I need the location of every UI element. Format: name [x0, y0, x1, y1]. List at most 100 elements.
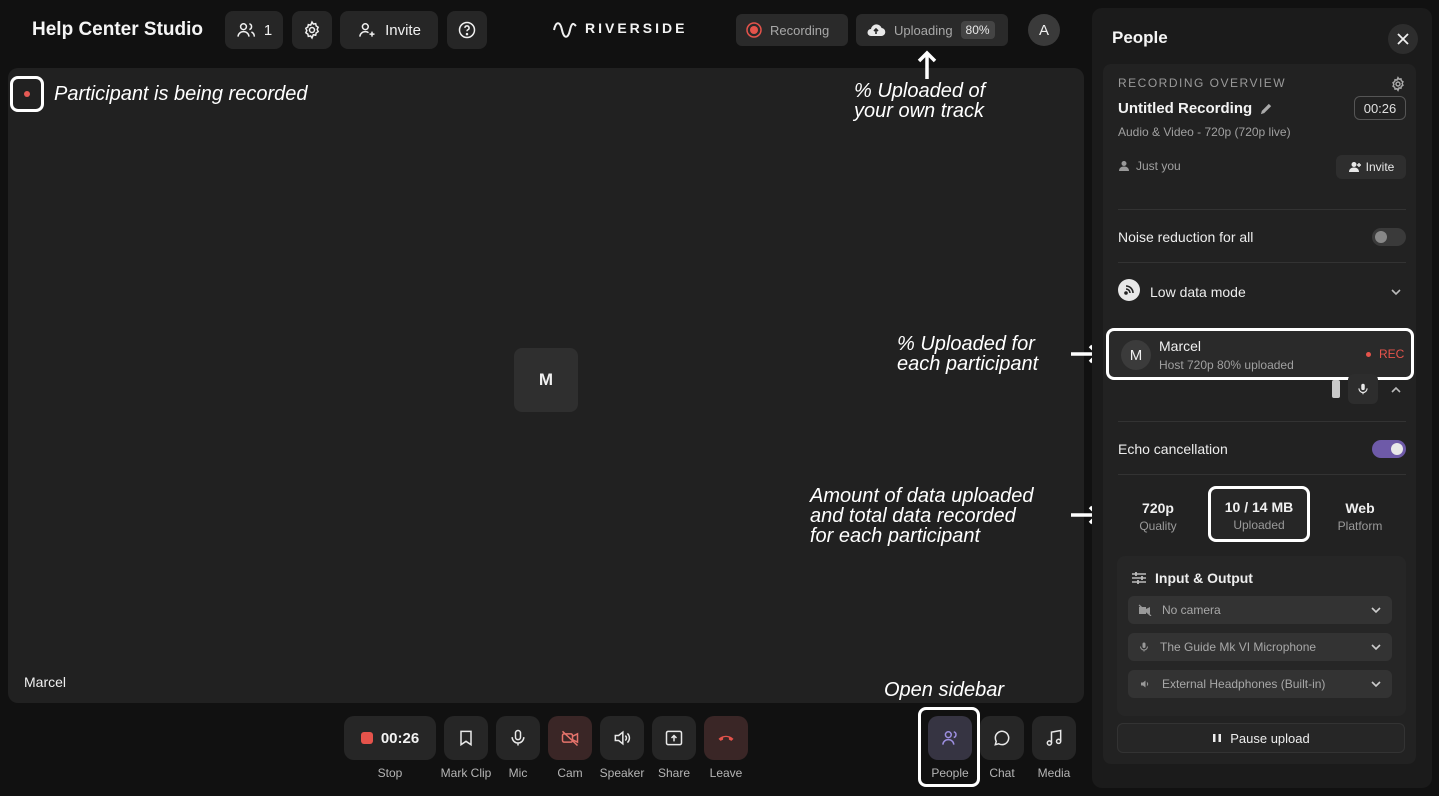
platform-label: Platform: [1337, 519, 1383, 533]
participant-name: Marcel: [1159, 338, 1202, 354]
help-icon: [458, 21, 476, 39]
participant-row[interactable]: M Marcel Host 720p 80% uploaded REC: [1106, 328, 1414, 380]
people-sidebar: People RECORDING OVERVIEW Untitled Recor…: [1092, 8, 1432, 788]
music-note-icon: [1046, 729, 1062, 746]
rec-dot-icon: [1366, 351, 1371, 357]
audio-level-meter: [1332, 380, 1340, 398]
input-output-panel: Input & Output No camera The Guide Mk VI…: [1117, 556, 1406, 716]
user-avatar[interactable]: A: [1028, 14, 1060, 46]
speaker-value: External Headphones (Built-in): [1162, 677, 1326, 691]
leave-label: Leave: [709, 766, 743, 780]
speaker-icon: [614, 730, 631, 746]
add-person-icon: [1348, 162, 1361, 172]
low-data-label: Low data mode: [1150, 284, 1246, 300]
chat-button[interactable]: [980, 716, 1024, 760]
recording-title-text: Untitled Recording: [1118, 100, 1253, 117]
echo-cancellation-toggle[interactable]: [1372, 440, 1406, 458]
chat-icon: [994, 730, 1010, 746]
cloud-upload-icon: [867, 24, 886, 37]
bookmark-icon: [460, 730, 472, 747]
mic-button[interactable]: [496, 716, 540, 760]
participants-summary: Just you: [1118, 159, 1181, 173]
settings-button[interactable]: [292, 11, 332, 49]
recording-indicator: Recording: [736, 14, 848, 46]
close-icon: [1397, 33, 1409, 45]
participant-mic-button[interactable]: [1348, 374, 1378, 404]
media-button[interactable]: [1032, 716, 1076, 760]
uploading-label: Uploading: [894, 22, 953, 38]
participants-button[interactable]: 1: [225, 11, 283, 49]
leave-button[interactable]: [704, 716, 748, 760]
gear-icon[interactable]: [1390, 76, 1406, 92]
cam-button[interactable]: [548, 716, 592, 760]
divider: [1118, 474, 1406, 475]
just-you-text: Just you: [1136, 159, 1181, 173]
quality-value: 720p: [1142, 500, 1174, 516]
close-sidebar-button[interactable]: [1388, 24, 1418, 54]
microphone-icon: [1140, 642, 1148, 652]
pause-upload-button[interactable]: Pause upload: [1117, 723, 1405, 753]
chevron-down-icon[interactable]: [1390, 287, 1402, 297]
camera-value: No camera: [1162, 603, 1221, 617]
chevron-down-icon: [1371, 681, 1381, 688]
speaker-select[interactable]: External Headphones (Built-in): [1128, 670, 1392, 698]
uploaded-stat: 10 / 14 MB Uploaded: [1208, 486, 1310, 542]
echo-cancellation-label: Echo cancellation: [1118, 441, 1228, 457]
share-screen-icon: [665, 730, 683, 746]
io-title: Input & Output: [1131, 570, 1253, 586]
participant-rec-badge: REC: [1366, 347, 1404, 361]
recording-timer: 00:26: [380, 729, 420, 747]
platform-value: Web: [1345, 500, 1375, 516]
annotation-recorded: Participant is being recorded: [54, 83, 308, 105]
io-title-text: Input & Output: [1155, 570, 1253, 586]
sidebar-title: People: [1112, 28, 1168, 47]
camera-select[interactable]: No camera: [1128, 596, 1392, 624]
help-button[interactable]: [447, 11, 487, 49]
media-label: Media: [1037, 766, 1071, 780]
divider: [1118, 209, 1406, 210]
recording-duration: 00:26: [1354, 96, 1406, 120]
sidebar-invite-label: Invite: [1365, 160, 1395, 174]
recording-title[interactable]: Untitled Recording: [1118, 100, 1273, 117]
participants-count: 1: [263, 21, 273, 39]
microphone-icon: [1358, 383, 1368, 395]
divider: [1118, 262, 1406, 263]
stop-button[interactable]: 00:26: [344, 716, 436, 760]
record-icon: [746, 22, 762, 38]
chevron-up-icon[interactable]: [1390, 385, 1402, 395]
annotation-each-upload-1: % Uploaded for: [897, 333, 1035, 355]
low-data-icon: [1118, 279, 1140, 301]
mark-clip-button[interactable]: [444, 716, 488, 760]
participant-name-label: Marcel: [24, 674, 67, 690]
uploaded-value: 10 / 14 MB: [1224, 499, 1294, 515]
noise-reduction-toggle[interactable]: [1372, 228, 1406, 246]
recording-dot-indicator: [10, 76, 44, 112]
annotation-data-2: and total data recorded: [810, 505, 1016, 527]
chevron-down-icon: [1371, 607, 1381, 614]
recording-label: Recording: [770, 22, 830, 38]
invite-button[interactable]: Invite: [340, 11, 438, 49]
annotation-open-sidebar: Open sidebar: [884, 679, 1005, 701]
stop-icon: [360, 732, 373, 744]
annotation-own-upload-1: % Uploaded of: [854, 80, 986, 102]
platform-stat: Web Platform: [1310, 486, 1410, 533]
participant-tile: M: [514, 348, 578, 412]
camera-off-icon: [561, 730, 579, 747]
brand-name: RIVERSIDE: [585, 20, 688, 36]
rec-text: REC: [1379, 347, 1405, 361]
sidebar-invite-button[interactable]: Invite: [1336, 155, 1406, 179]
quality-label: Quality: [1139, 519, 1177, 533]
participant-meta: Host 720p 80% uploaded: [1159, 358, 1294, 372]
share-button[interactable]: [652, 716, 696, 760]
microphone-select[interactable]: The Guide Mk VI Microphone: [1128, 633, 1392, 661]
speaker-button[interactable]: [600, 716, 644, 760]
studio-title: Help Center Studio: [32, 19, 204, 40]
recording-overview-heading: RECORDING OVERVIEW: [1118, 76, 1287, 90]
riverside-logo: RIVERSIDE: [553, 18, 687, 38]
invite-label: Invite: [385, 21, 421, 39]
annotation-data-3: for each participant: [810, 525, 981, 547]
chevron-down-icon: [1371, 644, 1381, 651]
quality-stat: 720p Quality: [1108, 486, 1208, 533]
person-icon: [1119, 161, 1129, 171]
participant-avatar: M: [1121, 340, 1151, 370]
